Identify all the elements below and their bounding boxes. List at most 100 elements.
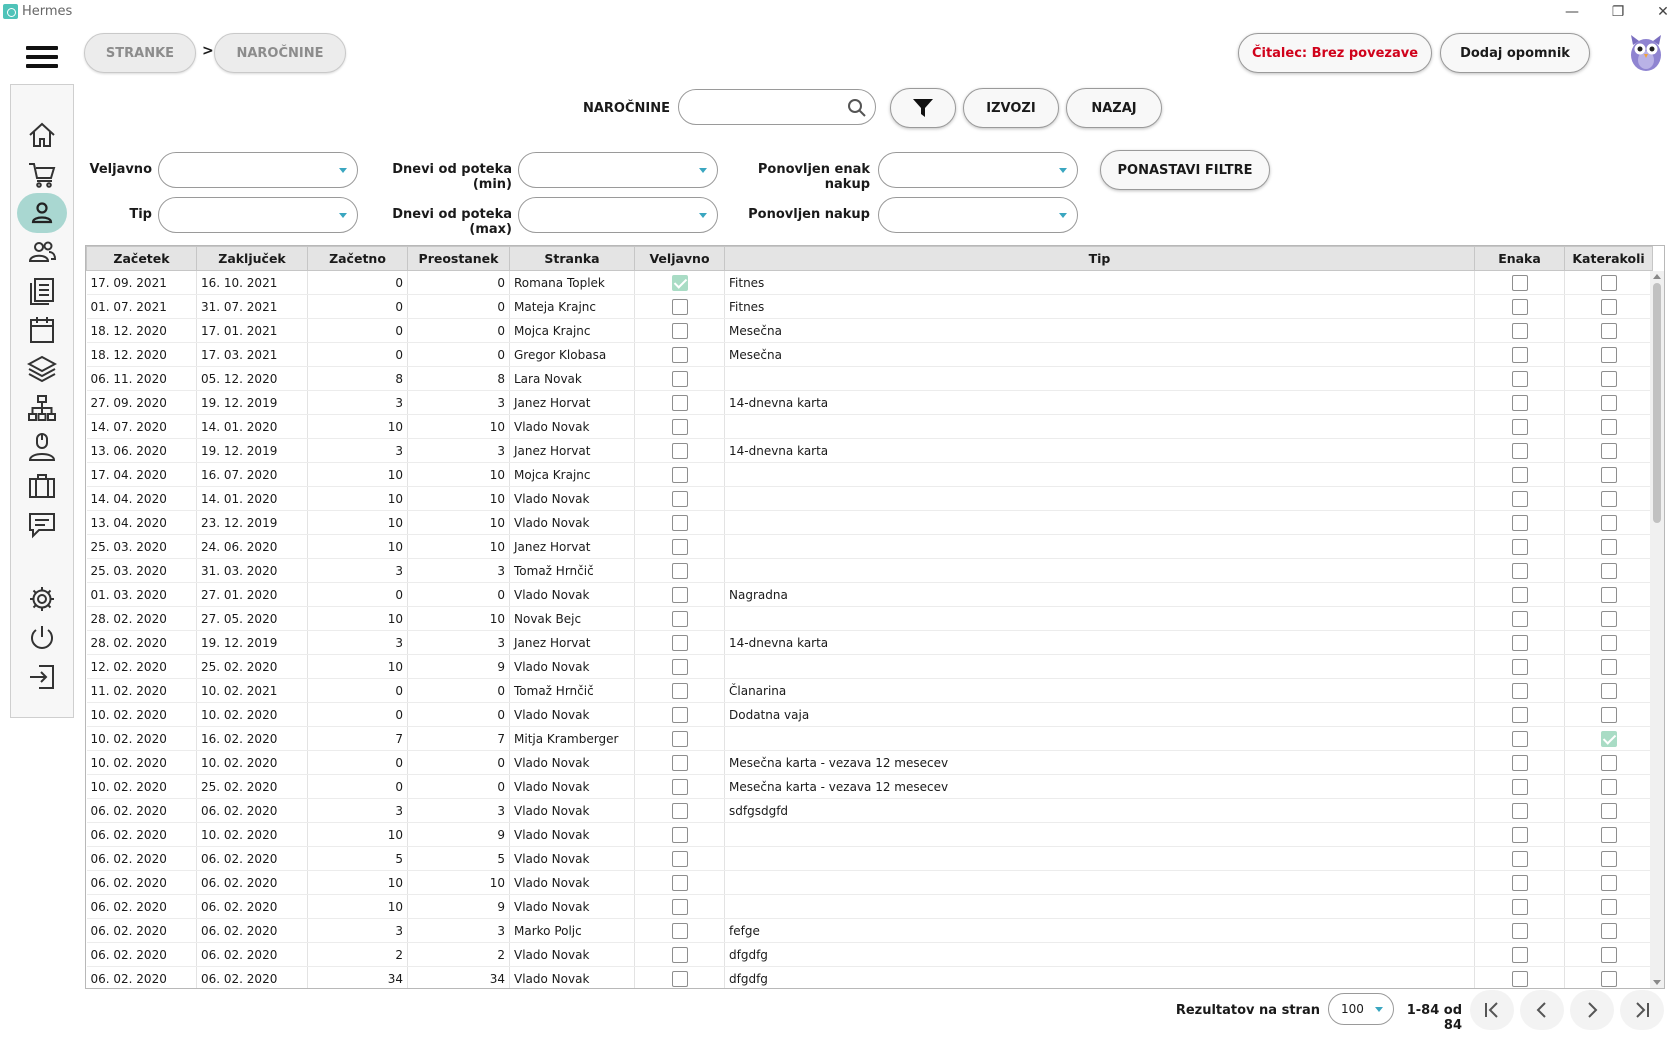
- table-row[interactable]: 14. 04. 2020 14. 01. 2020 10 10 Vlado Novak: [86, 486, 1653, 511]
- checkbox-checked[interactable]: [671, 274, 688, 291]
- column-header-valid[interactable]: Veljavno: [634, 246, 725, 271]
- table-row[interactable]: 11. 02. 2020 10. 02. 2021 0 0 Tomaž Hrnčič Čl…: [86, 678, 1653, 703]
- checkbox[interactable]: [671, 610, 688, 627]
- table-row[interactable]: 17. 04. 2020 16. 07. 2020 10 10 Mojca Krajnc: [86, 462, 1653, 487]
- checkbox[interactable]: [1511, 754, 1528, 771]
- table-row[interactable]: 01. 07. 2021 31. 07. 2021 0 0 Mateja Krajnc F…: [86, 294, 1653, 319]
- checkbox[interactable]: [1600, 610, 1617, 627]
- checkbox[interactable]: [671, 538, 688, 555]
- checkbox[interactable]: [671, 586, 688, 603]
- column-header-initial[interactable]: Začetno: [307, 246, 408, 271]
- checkbox[interactable]: [1600, 634, 1617, 651]
- table-row[interactable]: 10. 02. 2020 10. 02. 2020 0 0 Vlado Novak Dod…: [86, 702, 1653, 727]
- checkbox[interactable]: [1511, 874, 1528, 891]
- checkbox[interactable]: [1600, 370, 1617, 387]
- checkbox[interactable]: [671, 946, 688, 963]
- checkbox[interactable]: [1600, 970, 1617, 987]
- checkbox[interactable]: [1600, 658, 1617, 675]
- checkbox[interactable]: [1511, 322, 1528, 339]
- checkbox[interactable]: [671, 562, 688, 579]
- minimize-button[interactable]: —: [1557, 2, 1587, 22]
- checkbox[interactable]: [1600, 538, 1617, 555]
- days-max-select[interactable]: [518, 197, 718, 233]
- vertical-scrollbar[interactable]: [1650, 271, 1664, 988]
- column-header-end[interactable]: Zaključek: [196, 246, 308, 271]
- checkbox[interactable]: [671, 466, 688, 483]
- checkbox[interactable]: [671, 442, 688, 459]
- checkbox[interactable]: [1600, 874, 1617, 891]
- breadcrumb-narocnine[interactable]: NAROČNINE: [214, 33, 346, 73]
- table-row[interactable]: 06. 02. 2020 10. 02. 2020 10 9 Vlado Novak: [86, 822, 1653, 847]
- checkbox[interactable]: [1600, 682, 1617, 699]
- table-row[interactable]: 10. 02. 2020 10. 02. 2020 0 0 Vlado Novak Mes…: [86, 750, 1653, 775]
- table-row[interactable]: 14. 07. 2020 14. 01. 2020 10 10 Vlado Novak: [86, 414, 1653, 439]
- checkbox[interactable]: [671, 634, 688, 651]
- breadcrumb-stranke[interactable]: STRANKE: [84, 33, 196, 73]
- checkbox[interactable]: [671, 970, 688, 987]
- checkbox[interactable]: [1511, 442, 1528, 459]
- checkbox[interactable]: [1511, 826, 1528, 843]
- previous-page-button[interactable]: [1520, 990, 1564, 1030]
- table-row[interactable]: 28. 02. 2020 19. 12. 2019 3 3 Janez Horvat 14…: [86, 630, 1653, 655]
- checkbox[interactable]: [671, 802, 688, 819]
- checkbox[interactable]: [1511, 538, 1528, 555]
- restore-button[interactable]: ❐: [1603, 2, 1633, 22]
- checkbox[interactable]: [1511, 706, 1528, 723]
- checkbox[interactable]: [1600, 826, 1617, 843]
- checkbox[interactable]: [1511, 850, 1528, 867]
- checkbox[interactable]: [671, 826, 688, 843]
- column-header-customer[interactable]: Stranka: [509, 246, 635, 271]
- checkbox[interactable]: [1600, 514, 1617, 531]
- checkbox[interactable]: [671, 346, 688, 363]
- checkbox[interactable]: [1600, 346, 1617, 363]
- sidebar-item-power[interactable]: [17, 618, 67, 658]
- column-header-any[interactable]: Katerakoli: [1564, 246, 1653, 271]
- menu-icon[interactable]: [26, 46, 58, 68]
- checkbox[interactable]: [1600, 754, 1617, 771]
- checkbox[interactable]: [671, 898, 688, 915]
- checkbox[interactable]: [671, 298, 688, 315]
- filter-button[interactable]: [890, 88, 956, 128]
- checkbox[interactable]: [671, 874, 688, 891]
- first-page-button[interactable]: [1470, 990, 1514, 1030]
- scroll-down-icon[interactable]: [1653, 980, 1661, 985]
- sidebar-item-home[interactable]: [17, 115, 67, 155]
- checkbox[interactable]: [1511, 370, 1528, 387]
- column-header-type[interactable]: Tip: [724, 246, 1475, 271]
- type-filter-select[interactable]: [158, 197, 358, 233]
- table-row[interactable]: 10. 02. 2020 25. 02. 2020 0 0 Vlado Novak Mes…: [86, 774, 1653, 799]
- table-row[interactable]: 12. 02. 2020 25. 02. 2020 10 9 Vlado Novak: [86, 654, 1653, 679]
- page-size-select[interactable]: 100: [1328, 993, 1394, 1025]
- close-button[interactable]: ✕: [1648, 2, 1678, 22]
- back-button[interactable]: NAZAJ: [1066, 88, 1162, 128]
- search-input[interactable]: [691, 90, 851, 124]
- checkbox[interactable]: [1511, 802, 1528, 819]
- sidebar-item-settings[interactable]: [17, 579, 67, 619]
- last-page-button[interactable]: [1620, 990, 1664, 1030]
- scrollbar-thumb[interactable]: [1653, 283, 1661, 523]
- sidebar-item-chat[interactable]: [17, 505, 67, 545]
- checkbox[interactable]: [1511, 658, 1528, 675]
- checkbox[interactable]: [1511, 562, 1528, 579]
- checkbox[interactable]: [1511, 394, 1528, 411]
- checkbox[interactable]: [1511, 946, 1528, 963]
- checkbox[interactable]: [671, 850, 688, 867]
- sidebar-item-briefcase[interactable]: [17, 466, 67, 506]
- reset-filters-button[interactable]: PONASTAVI FILTRE: [1100, 150, 1270, 190]
- table-row[interactable]: 01. 03. 2020 27. 01. 2020 0 0 Vlado Novak Nag…: [86, 582, 1653, 607]
- checkbox[interactable]: [671, 778, 688, 795]
- table-row[interactable]: 06. 02. 2020 06. 02. 2020 10 10 Vlado Novak: [86, 870, 1653, 895]
- table-row[interactable]: 13. 06. 2020 19. 12. 2019 3 3 Janez Horvat 14…: [86, 438, 1653, 463]
- table-row[interactable]: 28. 02. 2020 27. 05. 2020 10 10 Novak Bejc: [86, 606, 1653, 631]
- checkbox[interactable]: [1511, 898, 1528, 915]
- checkbox[interactable]: [1600, 586, 1617, 603]
- checkbox[interactable]: [1511, 274, 1528, 291]
- checkbox[interactable]: [671, 370, 688, 387]
- checkbox[interactable]: [1600, 946, 1617, 963]
- checkbox[interactable]: [1600, 802, 1617, 819]
- checkbox[interactable]: [671, 322, 688, 339]
- checkbox[interactable]: [1511, 970, 1528, 987]
- table-row[interactable]: 10. 02. 2020 16. 02. 2020 7 7 Mitja Kramberg…: [86, 726, 1653, 751]
- table-row[interactable]: 06. 11. 2020 05. 12. 2020 8 8 Lara Novak: [86, 366, 1653, 391]
- table-row[interactable]: 06. 02. 2020 06. 02. 2020 3 3 Marko Poljc fef…: [86, 918, 1653, 943]
